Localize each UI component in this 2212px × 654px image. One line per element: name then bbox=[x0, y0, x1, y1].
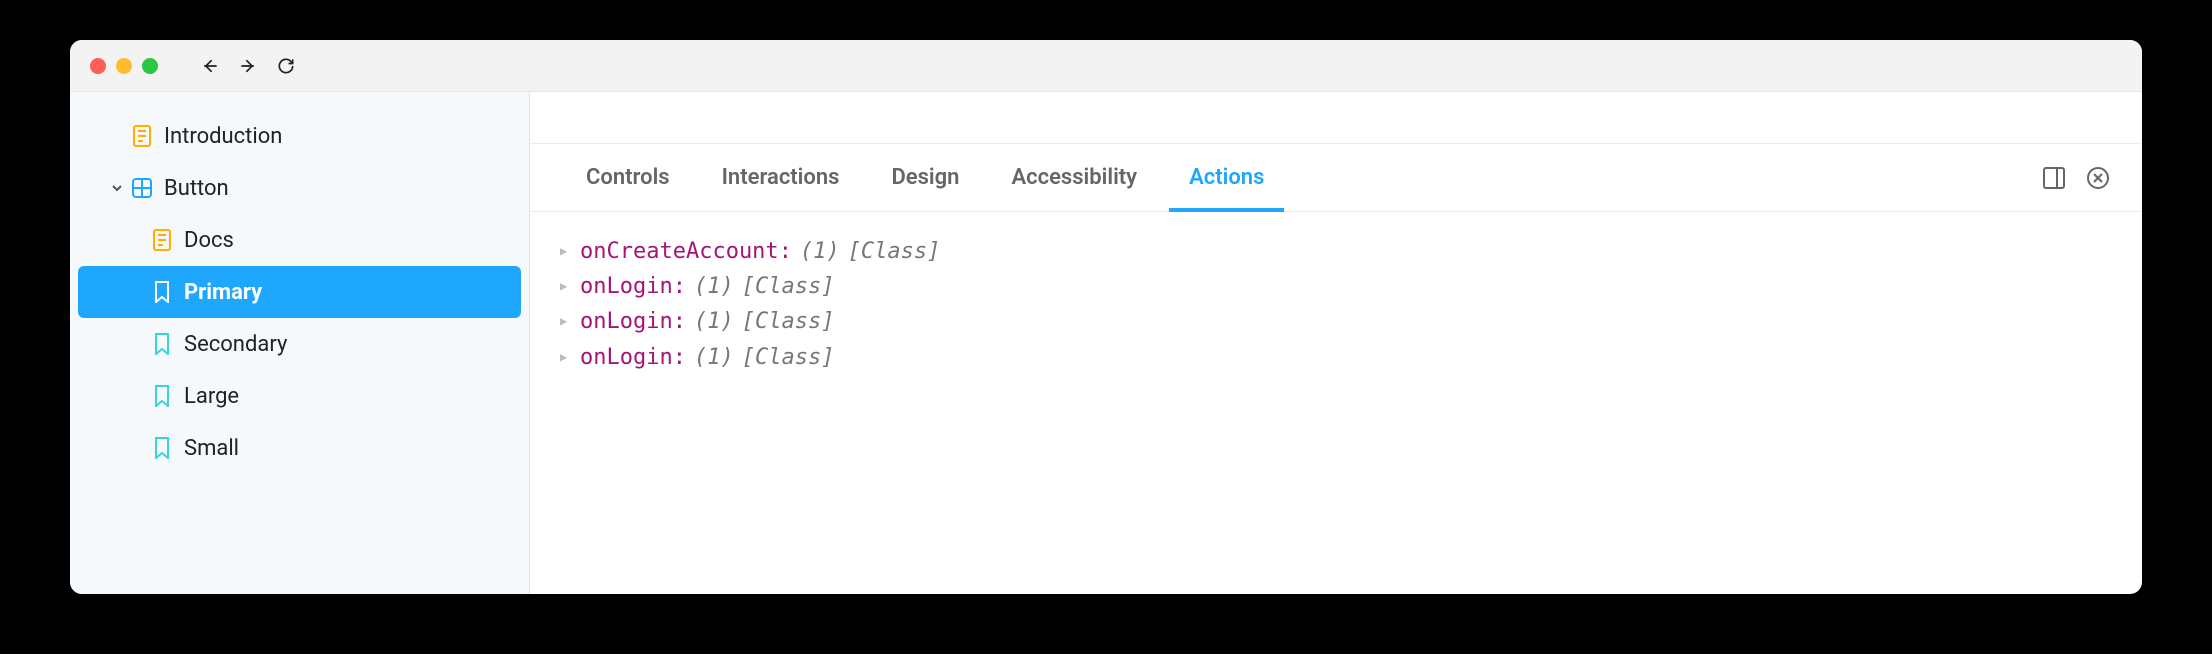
action-count: (1) bbox=[694, 269, 734, 304]
action-count: (1) bbox=[800, 234, 840, 269]
close-window-icon[interactable] bbox=[90, 58, 106, 74]
canvas-area bbox=[530, 92, 2142, 144]
tab-label: Controls bbox=[586, 165, 670, 190]
tab-design[interactable]: Design bbox=[865, 144, 985, 211]
back-button[interactable] bbox=[196, 52, 224, 80]
sidebar-item-secondary[interactable]: Secondary bbox=[78, 318, 521, 370]
sidebar-item-label: Introduction bbox=[164, 124, 282, 149]
sidebar-item-small[interactable]: Small bbox=[78, 422, 521, 474]
actions-log: ▶ onCreateAccount: (1) [Class] ▶ onLogin… bbox=[530, 212, 2142, 397]
titlebar bbox=[70, 40, 2142, 92]
sidebar-item-label: Primary bbox=[184, 280, 262, 305]
action-name: onLogin bbox=[580, 309, 673, 334]
tab-accessibility[interactable]: Accessibility bbox=[985, 144, 1163, 211]
action-count: (1) bbox=[694, 340, 734, 375]
storybook-window: Introduction Button Docs bbox=[70, 40, 2142, 594]
reload-icon bbox=[276, 56, 296, 76]
bookmark-icon bbox=[150, 436, 174, 460]
action-count: (1) bbox=[694, 304, 734, 339]
action-type: [Class] bbox=[742, 304, 835, 339]
sidebar-item-label: Docs bbox=[184, 228, 234, 253]
tab-label: Design bbox=[891, 165, 959, 190]
action-type: [Class] bbox=[742, 340, 835, 375]
reload-button[interactable] bbox=[272, 52, 300, 80]
disclosure-triangle-icon[interactable]: ▶ bbox=[560, 242, 572, 261]
maximize-window-icon[interactable] bbox=[142, 58, 158, 74]
sidebar-item-label: Secondary bbox=[184, 332, 287, 357]
tab-label: Actions bbox=[1189, 165, 1264, 190]
body: Introduction Button Docs bbox=[70, 92, 2142, 594]
disclosure-triangle-icon[interactable]: ▶ bbox=[560, 348, 572, 367]
addon-tabs: Controls Interactions Design Accessibili… bbox=[530, 144, 2142, 212]
sidebar-item-large[interactable]: Large bbox=[78, 370, 521, 422]
sidebar-layout-icon bbox=[2043, 167, 2065, 189]
sidebar-item-button[interactable]: Button bbox=[78, 162, 521, 214]
tab-controls[interactable]: Controls bbox=[560, 144, 696, 211]
close-circle-icon bbox=[2086, 166, 2110, 190]
action-name: onLogin bbox=[580, 274, 673, 299]
disclosure-triangle-icon[interactable]: ▶ bbox=[560, 312, 572, 331]
sidebar-item-primary[interactable]: Primary bbox=[78, 266, 521, 318]
action-log-entry[interactable]: ▶ onLogin: (1) [Class] bbox=[560, 304, 2112, 339]
action-name: onLogin bbox=[580, 345, 673, 370]
close-panel-button[interactable] bbox=[2084, 164, 2112, 192]
action-log-entry[interactable]: ▶ onLogin: (1) [Class] bbox=[560, 340, 2112, 375]
traffic-lights bbox=[90, 58, 158, 74]
sidebar-item-docs[interactable]: Docs bbox=[78, 214, 521, 266]
sidebar-item-label: Large bbox=[184, 384, 239, 409]
minimize-window-icon[interactable] bbox=[116, 58, 132, 74]
sidebar-item-label: Button bbox=[164, 176, 229, 201]
tab-label: Interactions bbox=[722, 165, 840, 190]
action-log-entry[interactable]: ▶ onCreateAccount: (1) [Class] bbox=[560, 234, 2112, 269]
sidebar-item-label: Small bbox=[184, 436, 239, 461]
main-panel: Controls Interactions Design Accessibili… bbox=[530, 92, 2142, 594]
sidebar-item-introduction[interactable]: Introduction bbox=[78, 110, 521, 162]
action-name: onCreateAccount bbox=[580, 239, 779, 264]
action-type: [Class] bbox=[848, 234, 941, 269]
panel-orientation-button[interactable] bbox=[2040, 164, 2068, 192]
bookmark-icon bbox=[150, 332, 174, 356]
arrow-right-icon bbox=[238, 56, 258, 76]
sidebar: Introduction Button Docs bbox=[70, 92, 530, 594]
bookmark-icon bbox=[150, 280, 174, 304]
document-icon bbox=[150, 228, 174, 252]
action-type: [Class] bbox=[742, 269, 835, 304]
bookmark-icon bbox=[150, 384, 174, 408]
chevron-down-icon[interactable] bbox=[108, 182, 126, 194]
tab-interactions[interactable]: Interactions bbox=[696, 144, 866, 211]
component-icon bbox=[130, 176, 154, 200]
document-icon bbox=[130, 124, 154, 148]
tab-actions[interactable]: Actions bbox=[1163, 144, 1290, 211]
tab-label: Accessibility bbox=[1011, 165, 1137, 190]
disclosure-triangle-icon[interactable]: ▶ bbox=[560, 277, 572, 296]
arrow-left-icon bbox=[200, 56, 220, 76]
action-log-entry[interactable]: ▶ onLogin: (1) [Class] bbox=[560, 269, 2112, 304]
forward-button[interactable] bbox=[234, 52, 262, 80]
